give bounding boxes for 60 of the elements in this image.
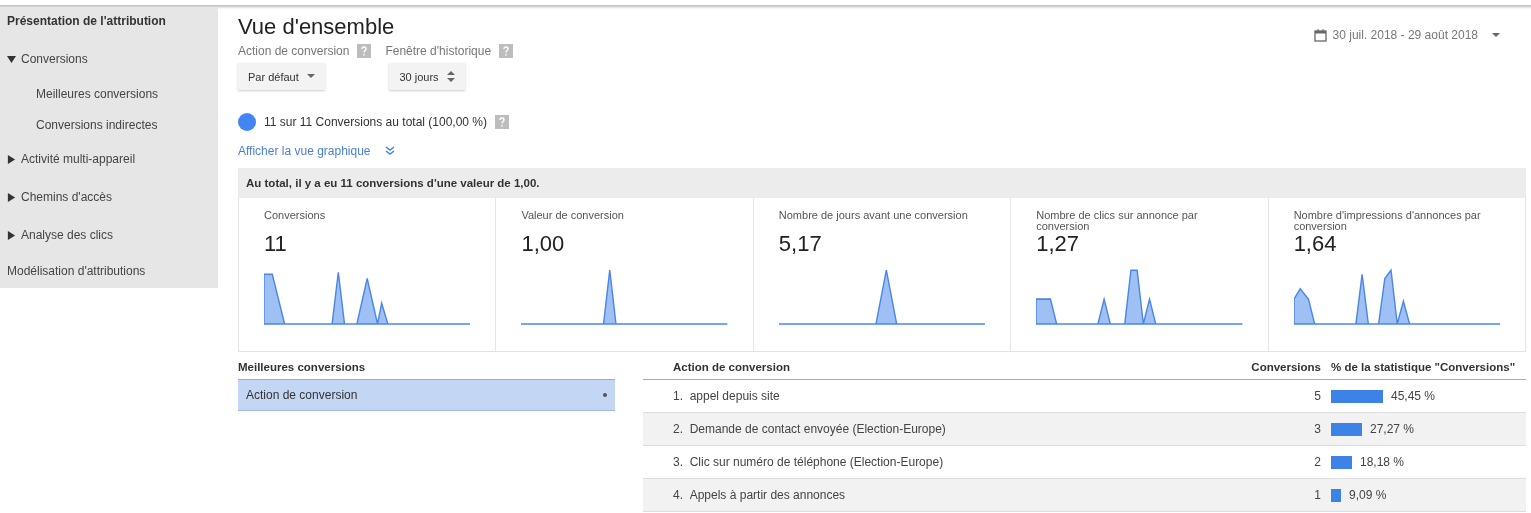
sidebar-subitem[interactable]: Meilleures conversions — [0, 78, 218, 109]
metric-label: Nombre de jours avant une conversion — [778, 210, 969, 223]
table-cell-text: 1. appel depuis site — [672, 389, 781, 403]
percent-bar — [1331, 455, 1352, 469]
table-cell-text: 3. Clic sur numéro de téléphone (Election-Europe) — [672, 455, 945, 469]
percent-bar — [1331, 389, 1383, 403]
caret-icon — [306, 74, 315, 79]
column-header: Action de conversion — [672, 361, 791, 375]
expand-triangle-icon — [7, 192, 16, 202]
column-header: Conversions — [1250, 361, 1322, 375]
dropdown-button[interactable]: Par défaut — [238, 63, 325, 90]
double-chevron-icon[interactable] — [384, 146, 395, 156]
expand-triangle-icon — [7, 154, 16, 164]
sidebar-item[interactable]: Modélisation d'attributions — [0, 254, 218, 288]
page-title: Vue d'ensemble — [238, 13, 396, 41]
bullet-icon — [603, 393, 607, 397]
metric-value: 1,64 — [1293, 232, 1338, 256]
table-cell-text: 1 — [1313, 488, 1322, 502]
date-range-picker[interactable]: 30 juil. 2018 - 29 août 2018 — [1307, 27, 1506, 43]
segment-label: 11 sur 11 Conversions au total (100,00 %) — [264, 115, 487, 129]
help-icon[interactable] — [499, 44, 514, 58]
sidebar-subitem[interactable]: Conversions indirectes — [0, 109, 218, 140]
table-cell-text: 2. Demande de contact envoyée (Election-Europe) — [672, 422, 947, 436]
table-cell-text: 4. Appels à partir des annonces — [672, 488, 847, 502]
sidebar-item[interactable]: Conversions — [0, 40, 218, 78]
sidebar-item[interactable]: Chemins d'accès — [0, 178, 218, 216]
caret-icon — [1492, 32, 1500, 38]
sidebar-item[interactable]: Analyse des clics — [0, 216, 218, 254]
metric-value: 1,27 — [1036, 232, 1081, 256]
sidebar-title: Présentation de l'attribution — [6, 14, 167, 30]
percent-bar — [1331, 488, 1341, 502]
table-cell-text: 5 — [1313, 389, 1322, 403]
metric-label: Nombre d'impressions d'annonces par conversion — [1293, 210, 1482, 232]
metric-label: Conversions — [264, 210, 327, 223]
filter-label: Fenêtre d'historique — [385, 44, 492, 58]
table-cell: 18,18 % — [1360, 455, 1405, 469]
stepper-field[interactable]: 30 jours — [389, 63, 465, 90]
expand-triangle-icon — [7, 230, 16, 240]
table-cell-text: 2 — [1313, 455, 1322, 469]
table-cell: 45,45 % — [1391, 389, 1436, 403]
column-header: % de la statistique "Conversions" — [1331, 361, 1517, 375]
dimension-item[interactable]: Action de conversion — [238, 380, 615, 411]
table-cell: 9,09 % — [1349, 488, 1387, 502]
expand-triangle-icon — [7, 54, 16, 64]
filter-label: Action de conversion — [238, 44, 350, 58]
chart-view-link[interactable]: Afficher la vue graphique — [238, 144, 371, 158]
summary-text: Au total, il y a eu 11 conversions d'une valeur de 1,00. — [246, 177, 540, 189]
calendar-icon — [1313, 28, 1327, 42]
up-down-icon — [446, 71, 455, 82]
sidebar-item[interactable]: Activité multi-appareil — [0, 140, 218, 178]
percent-bar — [1331, 422, 1362, 436]
metric-value: 5,17 — [778, 232, 823, 256]
help-icon[interactable] — [357, 44, 372, 58]
metric-value: 11 — [264, 232, 288, 256]
metric-label: Nombre de clics sur annonce par conversion — [1036, 210, 1199, 232]
table-cell-text: 3 — [1313, 422, 1322, 436]
metric-label: Valeur de conversion — [521, 210, 625, 223]
table-cell: 27,27 % — [1370, 422, 1415, 436]
metric-value: 1,00 — [521, 232, 566, 256]
help-icon[interactable] — [495, 115, 509, 129]
